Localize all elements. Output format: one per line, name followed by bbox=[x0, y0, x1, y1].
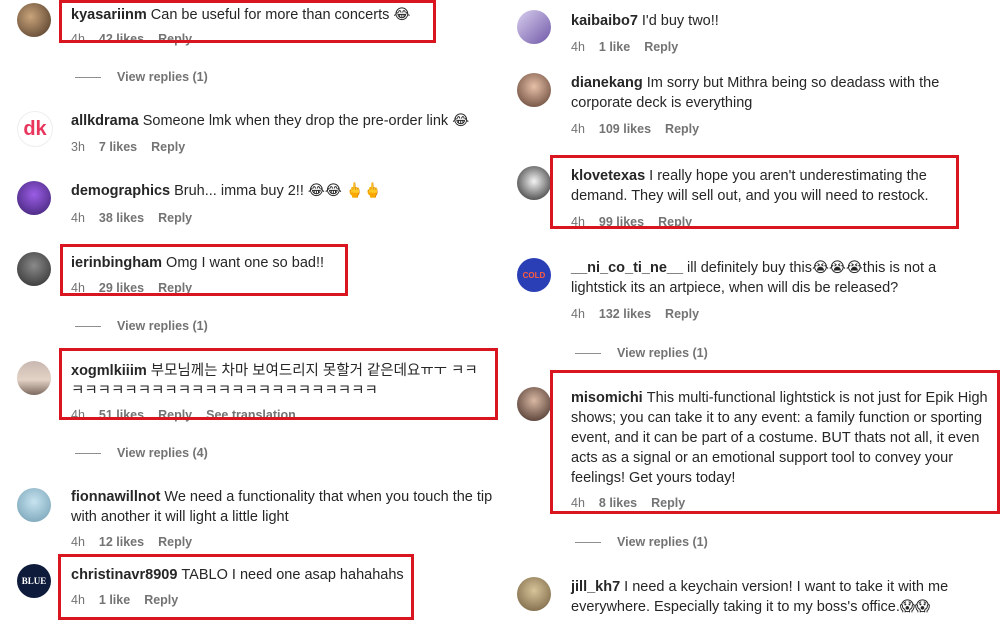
avatar[interactable]: COLD bbox=[517, 258, 551, 292]
comment-text: fionnawillnot We need a functionality tha… bbox=[71, 487, 496, 527]
comment-text: kaibaibo7 I'd buy two!! bbox=[571, 11, 971, 31]
divider-line bbox=[575, 541, 601, 543]
view-replies-label: View replies (1) bbox=[617, 535, 708, 549]
divider-line bbox=[75, 325, 101, 327]
comment-username[interactable]: dianekang bbox=[571, 75, 643, 91]
comment-meta: 3h 7 likes Reply bbox=[71, 140, 185, 154]
comment-time: 4h bbox=[571, 40, 585, 54]
comment-meta: 4h 1 like Reply bbox=[571, 40, 678, 54]
comment-meta: 4h 109 likes Reply bbox=[571, 122, 699, 136]
comment-text: allkdrama Someone lmk when they drop the … bbox=[71, 111, 491, 131]
comment-message: Someone lmk when they drop the pre-order… bbox=[142, 113, 470, 129]
highlight-box bbox=[59, 0, 436, 43]
comment-text: dianekang Im sorry but Mithra being so de… bbox=[571, 73, 971, 113]
view-replies-button[interactable]: View replies (1) bbox=[575, 346, 708, 360]
comment-message: Bruh... imma buy 2!! 😂😂 🖕🖕 bbox=[174, 183, 382, 199]
view-replies-label: View replies (4) bbox=[117, 446, 208, 460]
avatar-logo: COLD bbox=[522, 270, 546, 280]
comment-username[interactable]: __ni_co_ti_ne__ bbox=[571, 260, 683, 276]
view-replies-button[interactable]: View replies (1) bbox=[75, 70, 208, 84]
avatar[interactable] bbox=[517, 577, 551, 611]
view-replies-button[interactable]: View replies (4) bbox=[75, 446, 208, 460]
comment-likes[interactable]: 1 like bbox=[599, 40, 630, 54]
comment-message: I'd buy two!! bbox=[641, 13, 719, 29]
avatar[interactable] bbox=[17, 252, 51, 286]
comment-meta: 4h 132 likes Reply bbox=[571, 307, 699, 321]
comment-likes[interactable]: 12 likes bbox=[99, 535, 144, 549]
view-replies-button[interactable]: View replies (1) bbox=[75, 319, 208, 333]
divider-line bbox=[75, 76, 101, 78]
reply-button[interactable]: Reply bbox=[158, 211, 192, 225]
comment-meta: 4h 38 likes Reply bbox=[71, 211, 192, 225]
comment-likes[interactable]: 109 likes bbox=[599, 122, 651, 136]
avatar[interactable] bbox=[517, 73, 551, 107]
reply-button[interactable]: Reply bbox=[665, 307, 699, 321]
comment-time: 4h bbox=[571, 307, 585, 321]
comment-time: 4h bbox=[71, 211, 85, 225]
reply-button[interactable]: Reply bbox=[151, 140, 185, 154]
comment-message: I need a keychain version! I want to tak… bbox=[571, 579, 949, 615]
highlight-box bbox=[58, 554, 414, 620]
view-replies-label: View replies (1) bbox=[117, 70, 208, 84]
comment-likes[interactable]: 7 likes bbox=[99, 140, 137, 154]
view-replies-label: View replies (1) bbox=[617, 346, 708, 360]
comment-meta: 4h 12 likes Reply bbox=[71, 535, 192, 549]
avatar[interactable] bbox=[17, 3, 51, 37]
comment-text: demographics Bruh... imma buy 2!! 😂😂 🖕🖕 bbox=[71, 181, 491, 201]
comment-username[interactable]: kaibaibo7 bbox=[571, 13, 638, 29]
comment-text: __ni_co_ti_ne__ ill definitely buy this😭😭… bbox=[571, 258, 971, 298]
reply-button[interactable]: Reply bbox=[665, 122, 699, 136]
avatar[interactable]: BLUE bbox=[17, 564, 51, 598]
comment-time: 4h bbox=[71, 535, 85, 549]
comment-time: 3h bbox=[71, 140, 85, 154]
avatar[interactable] bbox=[17, 181, 51, 215]
avatar-logo: dk bbox=[23, 117, 47, 140]
comment-username[interactable]: fionnawillnot bbox=[71, 489, 160, 505]
avatar[interactable] bbox=[17, 488, 51, 522]
comment-likes[interactable]: 132 likes bbox=[599, 307, 651, 321]
divider-line bbox=[575, 352, 601, 354]
avatar[interactable]: dk bbox=[17, 111, 53, 147]
comment-likes[interactable]: 38 likes bbox=[99, 211, 144, 225]
comment-username[interactable]: jill_kh7 bbox=[571, 579, 620, 595]
avatar[interactable] bbox=[517, 166, 551, 200]
avatar[interactable] bbox=[517, 10, 551, 44]
highlight-box bbox=[550, 370, 1000, 514]
highlight-box bbox=[550, 155, 959, 229]
reply-button[interactable]: Reply bbox=[644, 40, 678, 54]
highlight-box bbox=[60, 244, 348, 296]
view-replies-button[interactable]: View replies (1) bbox=[575, 535, 708, 549]
avatar-logo: BLUE bbox=[21, 576, 47, 586]
comment-text: jill_kh7 I need a keychain version! I wan… bbox=[571, 577, 991, 617]
reply-button[interactable]: Reply bbox=[158, 535, 192, 549]
view-replies-label: View replies (1) bbox=[117, 319, 208, 333]
avatar[interactable] bbox=[17, 361, 51, 395]
highlight-box bbox=[59, 348, 498, 420]
comment-time: 4h bbox=[571, 122, 585, 136]
comment-username[interactable]: demographics bbox=[71, 183, 170, 199]
comment-username[interactable]: allkdrama bbox=[71, 113, 139, 129]
divider-line bbox=[75, 452, 101, 454]
avatar[interactable] bbox=[517, 387, 551, 421]
